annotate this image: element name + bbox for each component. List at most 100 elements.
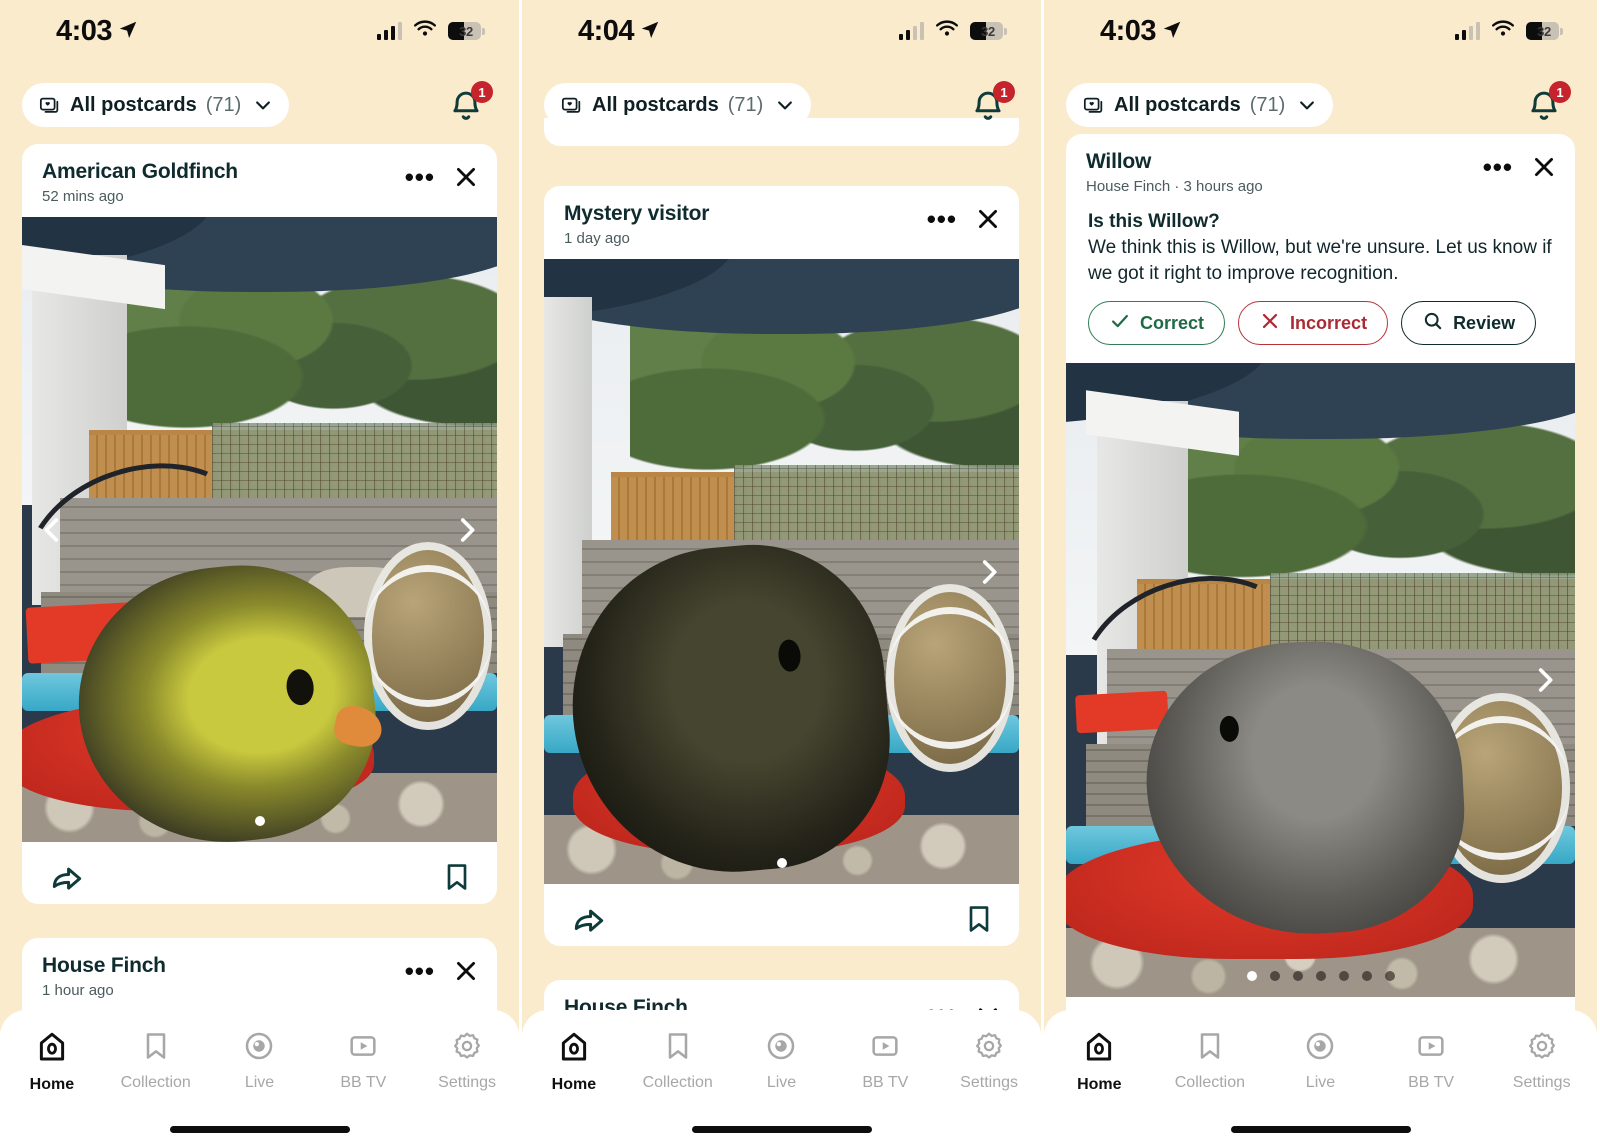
pagination-dot[interactable] <box>1246 971 1257 982</box>
location-arrow-icon <box>117 16 139 49</box>
wifi-icon <box>1491 20 1515 43</box>
more-options-icon[interactable]: ••• <box>1483 154 1513 180</box>
bookmark-icon[interactable] <box>441 861 473 898</box>
postcard-card[interactable]: Willow House Finch · 3 hours ago ••• Is … <box>1066 134 1575 1064</box>
pagination-dot[interactable] <box>1338 971 1349 982</box>
tab-label: Live <box>1305 1074 1336 1091</box>
close-icon[interactable] <box>453 958 479 984</box>
tab-home[interactable]: Home <box>1044 1030 1155 1094</box>
phone-panel-3: 4:03 32 All postcards (71) 1 Willow Hous… <box>1041 0 1597 1147</box>
card-timestamp: 1 hour ago <box>42 982 114 999</box>
home-indicator <box>169 1126 350 1133</box>
pagination-dot[interactable] <box>254 816 265 826</box>
postcard-photo[interactable] <box>1066 363 1575 998</box>
photo-next-button[interactable] <box>445 508 489 552</box>
photo-next-button[interactable] <box>1523 658 1567 702</box>
bottom-tab-bar: Home Collection Live BB TV Settings <box>0 1010 519 1147</box>
notifications-button[interactable]: 1 <box>447 81 493 126</box>
tab-settings[interactable]: Settings <box>937 1030 1041 1092</box>
tab-home[interactable]: Home <box>522 1030 626 1094</box>
tab-collection[interactable]: Collection <box>104 1030 208 1092</box>
card-timestamp: 52 mins ago <box>42 188 124 205</box>
close-icon[interactable] <box>1531 154 1557 180</box>
correct-button-label: Correct <box>1140 312 1205 333</box>
postcard-feed: Willow House Finch · 3 hours ago ••• Is … <box>1044 0 1597 1147</box>
cellular-bars-icon <box>1454 22 1480 40</box>
pagination-dot[interactable] <box>1361 971 1372 982</box>
close-icon[interactable] <box>453 164 479 190</box>
more-options-icon[interactable]: ••• <box>405 958 435 984</box>
tab-label: BB TV <box>1408 1074 1455 1091</box>
tab-bbtv[interactable]: BB TV <box>833 1030 937 1092</box>
notification-badge: 1 <box>1549 81 1571 103</box>
tab-collection[interactable]: Collection <box>626 1030 730 1092</box>
status-time: 4:03 <box>1100 14 1157 47</box>
tab-settings[interactable]: Settings <box>1486 1030 1597 1092</box>
card-footer <box>544 884 1019 946</box>
status-indicators: 32 <box>376 20 485 43</box>
incorrect-button[interactable]: Incorrect <box>1238 301 1389 346</box>
phone-panel-2: 4:04 32 All postcards (71) 1 Mystery vis… <box>519 0 1041 1147</box>
postcards-filter-button[interactable]: All postcards (71) <box>22 83 290 127</box>
top-bar: All postcards (71) 1 <box>1044 81 1597 128</box>
card-subtitle: House Finch · 3 hours ago <box>1086 178 1263 195</box>
photo-prev-button[interactable] <box>30 508 74 552</box>
tab-collection[interactable]: Collection <box>1155 1030 1266 1092</box>
photo-pagination-dots[interactable] <box>1066 971 1575 982</box>
play-box-icon <box>869 1030 901 1067</box>
chevron-down-icon <box>253 95 273 115</box>
review-button[interactable]: Review <box>1401 301 1537 346</box>
filter-label: All postcards <box>592 93 719 116</box>
bookmark-icon[interactable] <box>963 903 995 940</box>
tab-label: Live <box>244 1074 275 1091</box>
pagination-dot[interactable] <box>1315 971 1326 982</box>
postcard-photo[interactable] <box>544 259 1019 884</box>
tab-live[interactable]: Live <box>208 1030 312 1092</box>
notifications-button[interactable]: 1 <box>1525 81 1571 126</box>
location-arrow-icon <box>1161 16 1183 49</box>
postcards-filter-button[interactable]: All postcards (71) <box>1066 83 1334 127</box>
incorrect-button-label: Incorrect <box>1290 312 1368 333</box>
cellular-bars-icon <box>376 22 402 40</box>
photo-next-button[interactable] <box>967 550 1011 594</box>
bottom-tab-bar: Home Collection Live BB TV Settings <box>522 1010 1041 1147</box>
more-options-icon[interactable]: ••• <box>405 164 435 190</box>
postcard-card[interactable]: American Goldfinch 52 mins ago ••• <box>22 144 497 904</box>
review-button-label: Review <box>1453 312 1516 333</box>
confirm-heading: Is this Willow? <box>1088 211 1220 232</box>
share-icon[interactable] <box>48 858 86 901</box>
bottom-tab-bar: Home Collection Live BB TV Settings <box>1044 1010 1597 1147</box>
pagination-dot[interactable] <box>1269 971 1280 982</box>
photo-pagination-dots[interactable] <box>22 816 497 826</box>
postcard-photo[interactable] <box>22 217 497 842</box>
tab-home[interactable]: Home <box>0 1030 104 1094</box>
share-icon[interactable] <box>570 900 608 943</box>
confirm-body: We think this is Willow, but we're unsur… <box>1088 237 1552 284</box>
pagination-dot[interactable] <box>1384 971 1395 982</box>
gear-icon <box>1526 1030 1558 1067</box>
postcards-filter-button[interactable]: All postcards (71) <box>544 83 812 127</box>
battery-icon: 32 <box>448 22 485 40</box>
live-camera-icon <box>765 1030 797 1067</box>
correct-button[interactable]: Correct <box>1088 301 1226 346</box>
pagination-dot[interactable] <box>1292 971 1303 982</box>
photo-pagination-dots[interactable] <box>544 858 1019 868</box>
notification-badge: 1 <box>471 81 493 103</box>
tab-live[interactable]: Live <box>1265 1030 1376 1092</box>
tab-live[interactable]: Live <box>730 1030 834 1092</box>
status-time: 4:03 <box>56 14 113 47</box>
live-camera-icon <box>243 1030 275 1067</box>
top-bar: All postcards (71) 1 <box>522 81 1041 128</box>
more-options-icon[interactable]: ••• <box>927 206 957 232</box>
filter-count: (71) <box>205 93 242 116</box>
tab-bbtv[interactable]: BB TV <box>1376 1030 1487 1092</box>
tab-settings[interactable]: Settings <box>415 1030 519 1092</box>
bookmark-icon <box>1194 1030 1226 1067</box>
postcard-card[interactable]: Mystery visitor 1 day ago ••• <box>544 186 1019 946</box>
notifications-button[interactable]: 1 <box>969 81 1015 126</box>
status-time: 4:04 <box>578 14 635 47</box>
pagination-dot[interactable] <box>776 858 787 868</box>
tab-bbtv[interactable]: BB TV <box>311 1030 415 1092</box>
chevron-down-icon <box>775 95 795 115</box>
close-icon[interactable] <box>975 206 1001 232</box>
